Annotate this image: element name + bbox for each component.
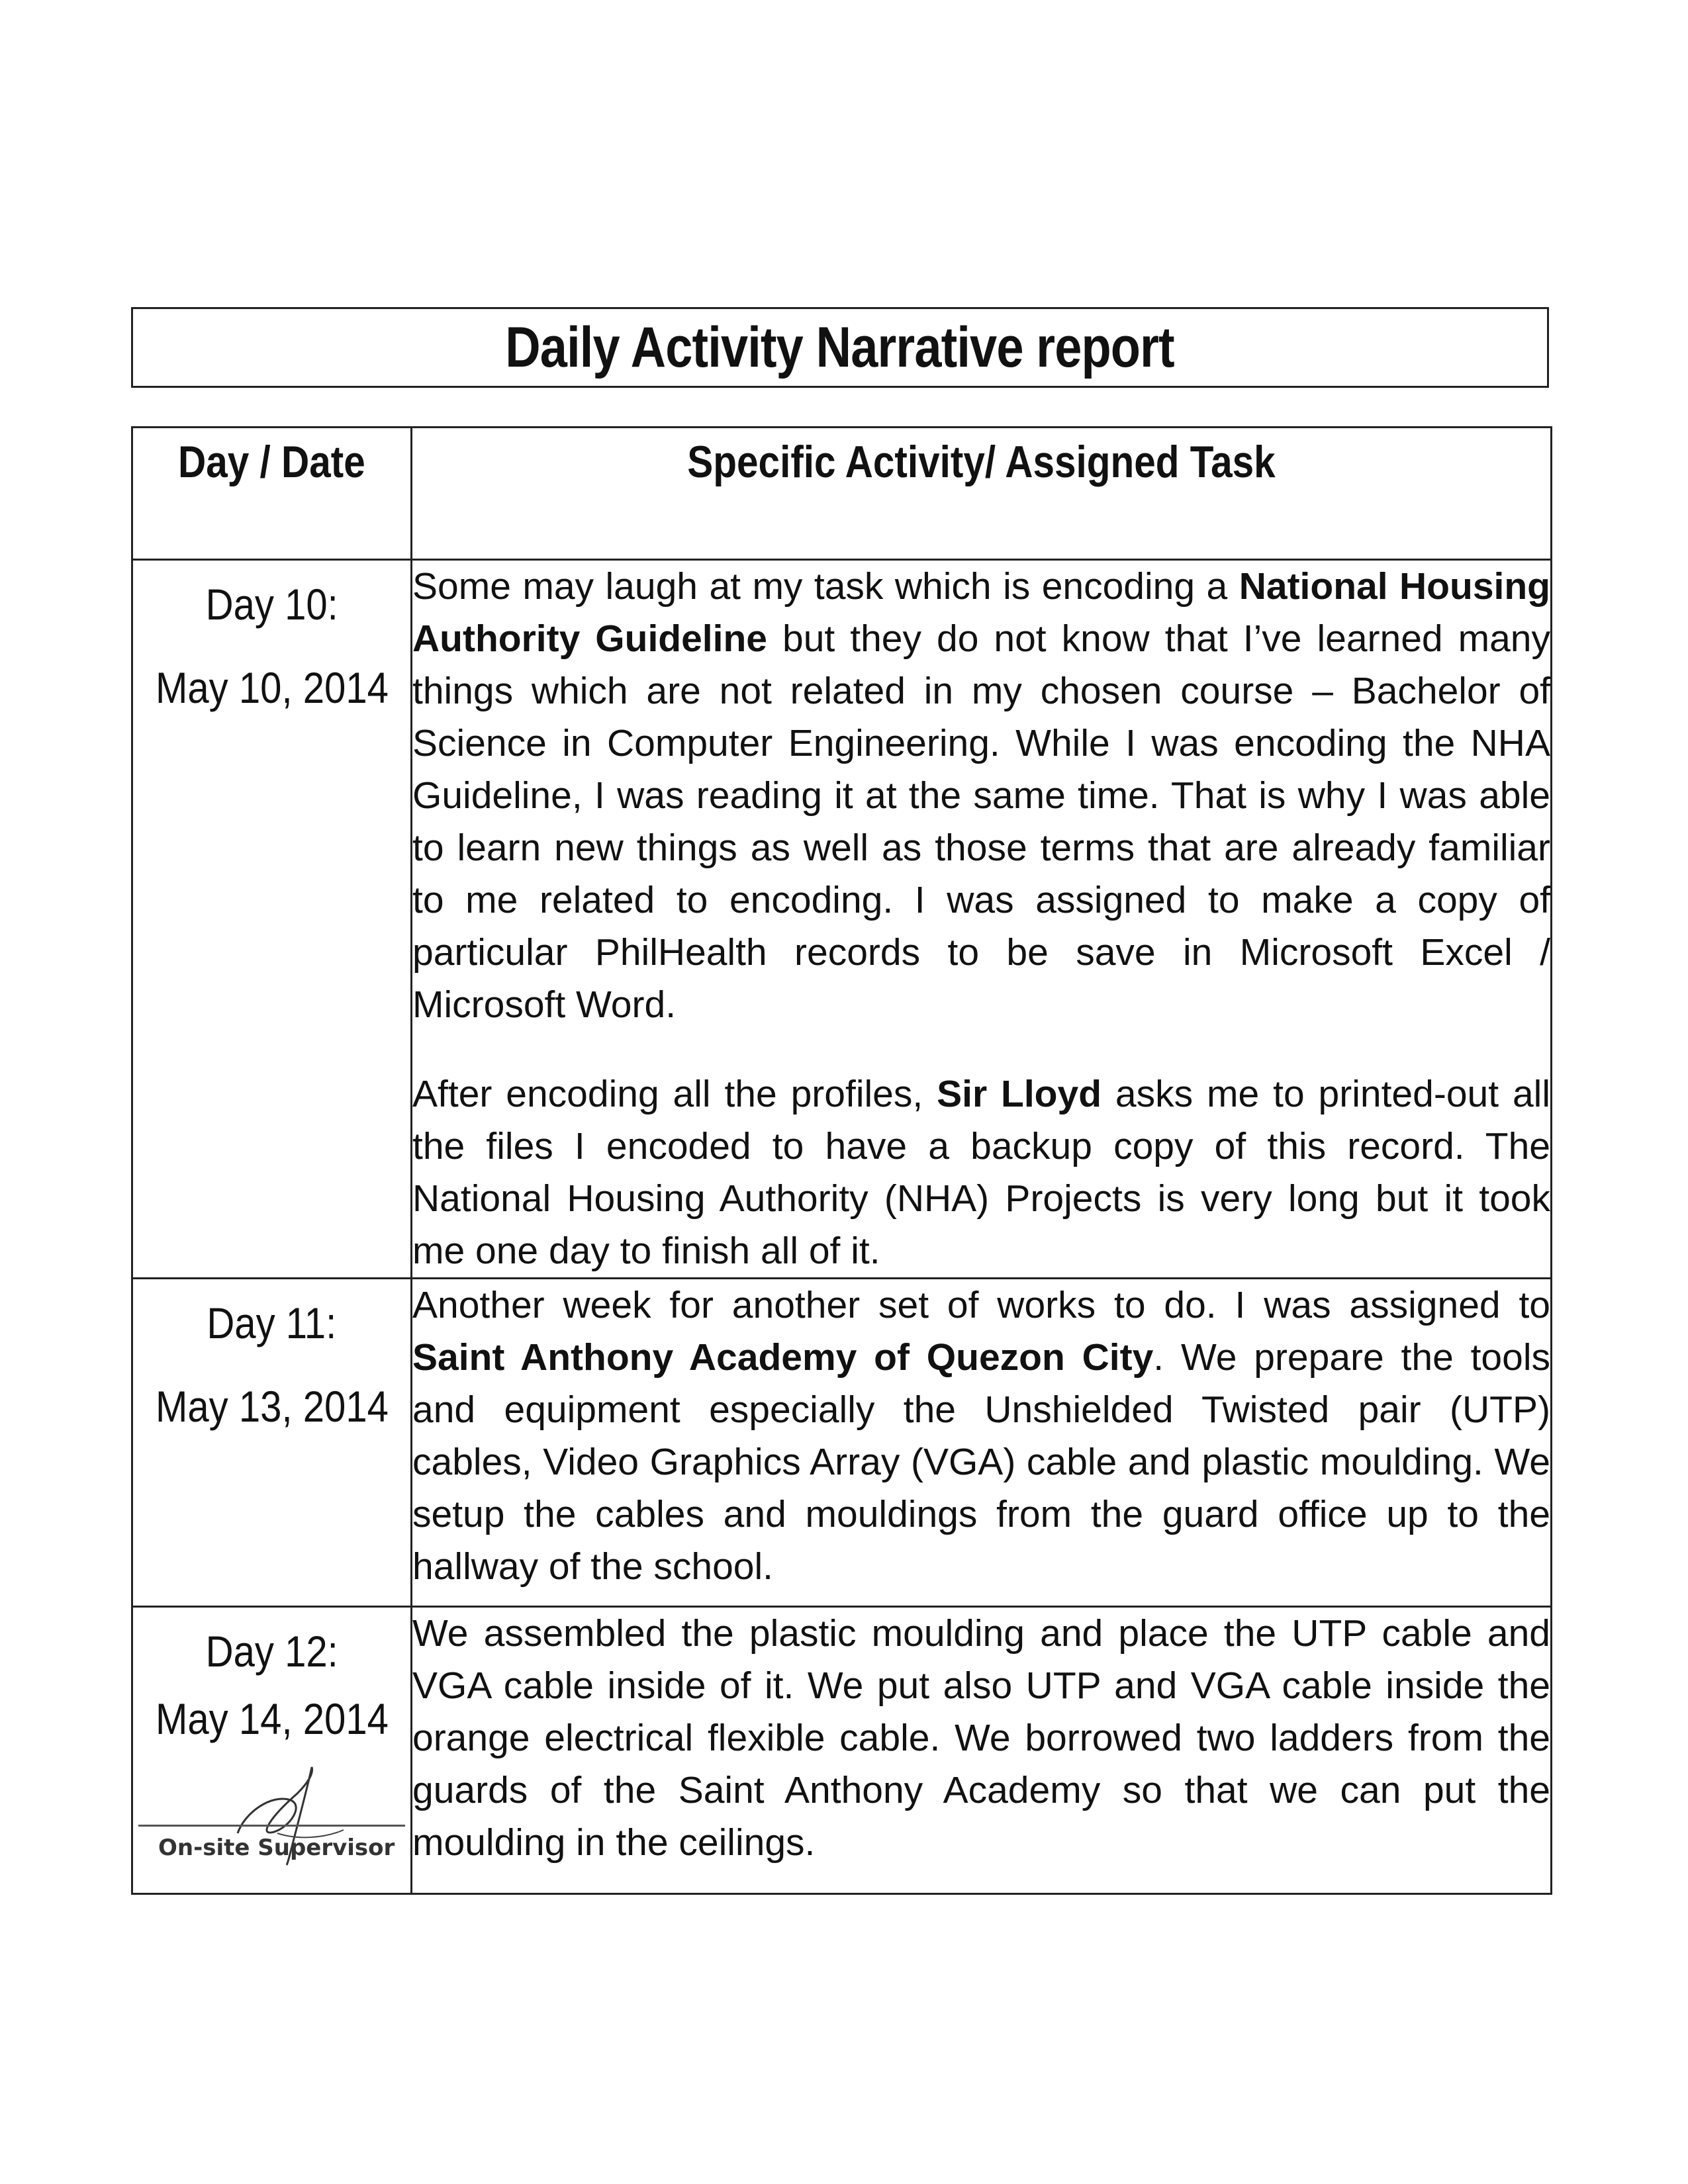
table-row: Day 12: May 14, 2014 On-site Supervisor … <box>131 1606 1552 1895</box>
title-box: Daily Activity Narrative report <box>131 307 1549 388</box>
task-paragraph: Another week for another set of works to… <box>412 1279 1550 1593</box>
report-title: Daily Activity Narrative report <box>505 315 1175 379</box>
day-date-cell: Day 12: May 14, 2014 On-site Supervisor <box>131 1606 412 1895</box>
day-label: Day 12: <box>205 1627 338 1676</box>
task-paragraph: Some may laugh at my task which is encod… <box>412 561 1550 1031</box>
task-paragraph: After encoding all the profiles, Sir Llo… <box>412 1068 1550 1277</box>
day-label: Day 11: <box>207 1298 337 1347</box>
task-cell: Another week for another set of works to… <box>410 1277 1552 1608</box>
task-paragraph: We assembled the plastic moulding and pl… <box>412 1608 1550 1869</box>
task-text: We assembled the plastic moulding and pl… <box>412 1612 1550 1864</box>
task-text: Some may laugh at my task which is encod… <box>412 565 1239 608</box>
task-text: but they do not know that I’ve learned m… <box>412 617 1551 1026</box>
task-text-bold: Saint Anthony Academy of Quezon City <box>412 1336 1154 1379</box>
table-row: Day 11: May 13, 2014 Another week for an… <box>131 1277 1552 1608</box>
header-activity-task: Specific Activity/ Assigned Task <box>410 426 1552 561</box>
date-label: May 10, 2014 <box>155 663 389 712</box>
activity-table: Day / Date Specific Activity/ Assigned T… <box>131 426 1552 1895</box>
task-text: Another week for another set of works to… <box>412 1284 1550 1326</box>
table-header-row: Day / Date Specific Activity/ Assigned T… <box>131 426 1552 561</box>
task-text-bold: Sir Lloyd <box>937 1073 1102 1115</box>
supervisor-signature-block: On-site Supervisor <box>138 1754 405 1866</box>
header-day-date: Day / Date <box>131 426 412 561</box>
task-text: After encoding all the profiles, <box>412 1073 937 1115</box>
table-row: Day 10: May 10, 2014 Some may laugh at m… <box>131 559 1552 1279</box>
task-cell: Some may laugh at my task which is encod… <box>410 559 1552 1279</box>
day-date-cell: Day 10: May 10, 2014 <box>131 559 412 1279</box>
day-date-cell: Day 11: May 13, 2014 <box>131 1277 412 1608</box>
date-label: May 13, 2014 <box>155 1382 389 1431</box>
signature-line <box>138 1825 405 1827</box>
supervisor-label: On-site Supervisor <box>158 1835 395 1861</box>
task-cell: We assembled the plastic moulding and pl… <box>410 1606 1552 1895</box>
day-label: Day 10: <box>205 580 338 629</box>
date-label: May 14, 2014 <box>155 1694 389 1743</box>
